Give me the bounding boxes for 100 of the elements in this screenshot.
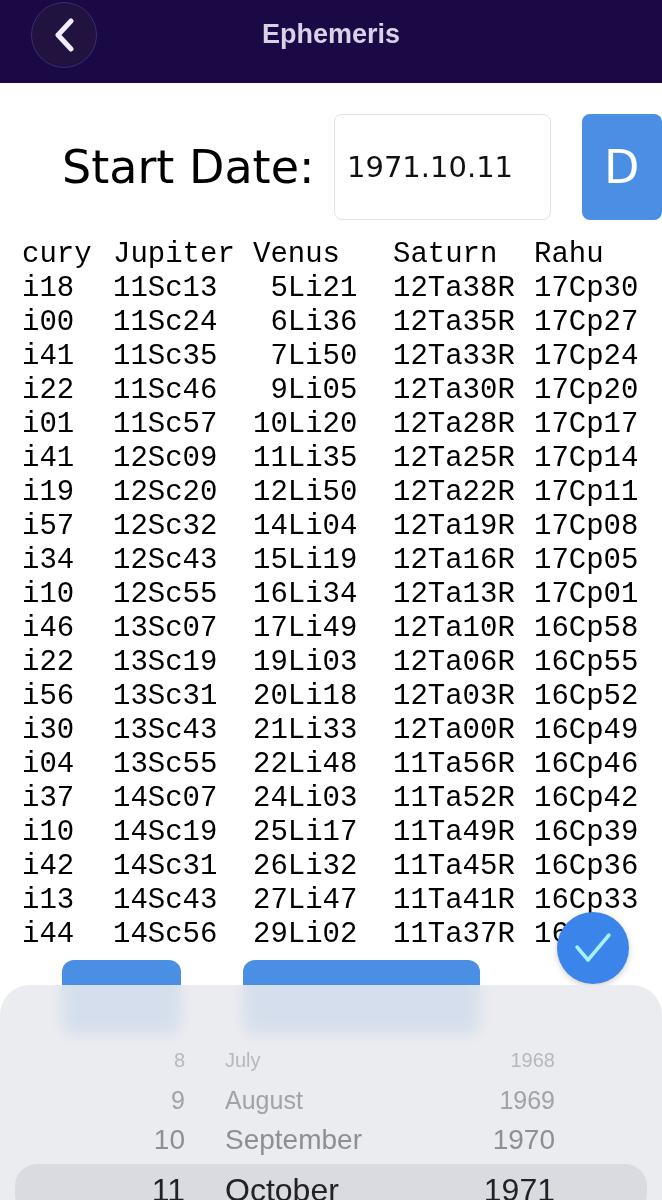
- table-cell: 16Li34: [253, 578, 358, 612]
- table-cell: 11Sc57: [113, 408, 218, 442]
- start-date-label: Start Date:: [62, 140, 316, 194]
- table-cell: 11Li35: [253, 442, 358, 476]
- day-option: 10: [153, 1124, 185, 1156]
- table-cell: 25Li17: [253, 816, 358, 850]
- table-cell: 12Sc09: [113, 442, 218, 476]
- table-cell: 11Sc24: [113, 306, 218, 340]
- table-cell: 29Li02: [253, 918, 358, 952]
- table-cell: 26Li32: [253, 850, 358, 884]
- table-cell: 12Ta38R: [393, 272, 515, 306]
- table-cell: 11Ta56R: [393, 748, 515, 782]
- table-cell: 22Li48: [253, 748, 358, 782]
- table-cell-text: i34: [21, 544, 75, 578]
- table-cell-text: 9Li05: [269, 374, 358, 408]
- table-cell: 12Ta25R: [393, 442, 515, 476]
- table-cell-text: i42: [21, 850, 75, 884]
- table-cell: 16Cp55: [534, 646, 639, 680]
- table-cell: 16Cp49: [534, 714, 639, 748]
- table-cell: 16Cp42: [534, 782, 639, 816]
- table-cell: 12Sc55: [113, 578, 218, 612]
- column-header: Jupiter: [113, 238, 235, 272]
- table-cell: 12Ta03R: [393, 680, 515, 714]
- table-cell: 11Ta52R: [393, 782, 515, 816]
- table-cell: 16Cp58: [534, 612, 639, 646]
- table-cell-text: i10: [21, 578, 75, 612]
- table-cell: 27Li47: [253, 884, 358, 918]
- day-option: 11: [151, 1171, 185, 1200]
- column-header: Rahu: [534, 238, 604, 272]
- table-cell-text: 5Li21: [269, 272, 358, 306]
- table-cell: 11Ta41R: [393, 884, 515, 918]
- table-cell: 11Ta49R: [393, 816, 515, 850]
- picker-row[interactable]: 11 October 1971: [15, 1164, 647, 1200]
- table-cell: 11Ta37R: [393, 918, 515, 952]
- table-cell: 16Cp46: [534, 748, 639, 782]
- table-cell: 12Ta30R: [393, 374, 515, 408]
- table-cell: 14Sc56: [113, 918, 218, 952]
- column-header: Saturn: [393, 238, 498, 272]
- table-cell-text: i41: [21, 340, 75, 374]
- table-cell: 14Sc31: [113, 850, 218, 884]
- column-header: cury: [21, 238, 92, 272]
- column-header: Venus: [253, 238, 341, 272]
- table-cell: 12Sc43: [113, 544, 218, 578]
- table-cell: 12Ta33R: [393, 340, 515, 374]
- table-cell: 21Li33: [253, 714, 358, 748]
- year-option: 1970: [492, 1124, 555, 1156]
- table-cell: 17Cp24: [534, 340, 639, 374]
- table-cell: 13Sc55: [113, 748, 218, 782]
- table-cell: 20Li18: [253, 680, 358, 714]
- month-option: September: [185, 1124, 455, 1156]
- start-date-field[interactable]: 1971.10.11: [334, 114, 551, 220]
- date-button[interactable]: D: [582, 114, 662, 220]
- table-cell: 11Sc46: [113, 374, 218, 408]
- table-cell-text: i18: [21, 272, 75, 306]
- table-cell-text: i10: [21, 816, 75, 850]
- checkmark-icon: [574, 932, 612, 964]
- table-cell: 14Li04: [253, 510, 358, 544]
- table-cell: 13Sc19: [113, 646, 218, 680]
- table-cell: 12Ta13R: [393, 578, 515, 612]
- picker-row[interactable]: 10 September 1970: [15, 1120, 647, 1160]
- year-option: 1969: [499, 1085, 555, 1115]
- table-cell-text: i56: [21, 680, 75, 714]
- table-cell: 17Cp14: [534, 442, 639, 476]
- table-cell: 16Cp33: [534, 884, 639, 918]
- table-cell: 12Li50: [253, 476, 358, 510]
- table-cell: 12Ta35R: [393, 306, 515, 340]
- table-cell: 12Sc20: [113, 476, 218, 510]
- table-cell: 17Cp11: [534, 476, 639, 510]
- table-cell-text: i44: [21, 918, 75, 952]
- table-cell: 12Ta22R: [393, 476, 515, 510]
- table-cell: 16Cp52: [534, 680, 639, 714]
- picker-row[interactable]: 9 August 1969: [15, 1080, 647, 1120]
- table-cell-text: 7Li50: [269, 340, 358, 374]
- table-cell: 12Ta28R: [393, 408, 515, 442]
- year-option: 1971: [483, 1171, 555, 1200]
- table-cell: 12Ta19R: [393, 510, 515, 544]
- table-cell: 15Li19: [253, 544, 358, 578]
- table-cell: 14Sc07: [113, 782, 218, 816]
- table-cell-text: i46: [21, 612, 75, 646]
- table-cell-text: i37: [21, 782, 75, 816]
- table-cell: 13Sc07: [113, 612, 218, 646]
- table-cell: 11Sc35: [113, 340, 218, 374]
- back-chevron-icon: [53, 18, 75, 52]
- table-cell: 17Cp08: [534, 510, 639, 544]
- table-cell-text: i30: [21, 714, 75, 748]
- table-cell-text: i22: [21, 646, 75, 680]
- table-cell: 13Sc43: [113, 714, 218, 748]
- table-cell: 17Li49: [253, 612, 358, 646]
- table-cell: 24Li03: [253, 782, 358, 816]
- table-cell: 14Sc43: [113, 884, 218, 918]
- table-cell: 12Ta16R: [393, 544, 515, 578]
- table-cell: 13Sc31: [113, 680, 218, 714]
- table-cell: 10Li20: [253, 408, 358, 442]
- table-cell-text: i01: [21, 408, 75, 442]
- table-cell: 16Cp36: [534, 850, 639, 884]
- table-cell: 16Cp39: [534, 816, 639, 850]
- day-option: 9: [171, 1085, 185, 1115]
- screen-title: Ephemeris: [261, 19, 401, 50]
- table-cell-text: i04: [21, 748, 75, 782]
- table-cell: 14Sc19: [113, 816, 218, 850]
